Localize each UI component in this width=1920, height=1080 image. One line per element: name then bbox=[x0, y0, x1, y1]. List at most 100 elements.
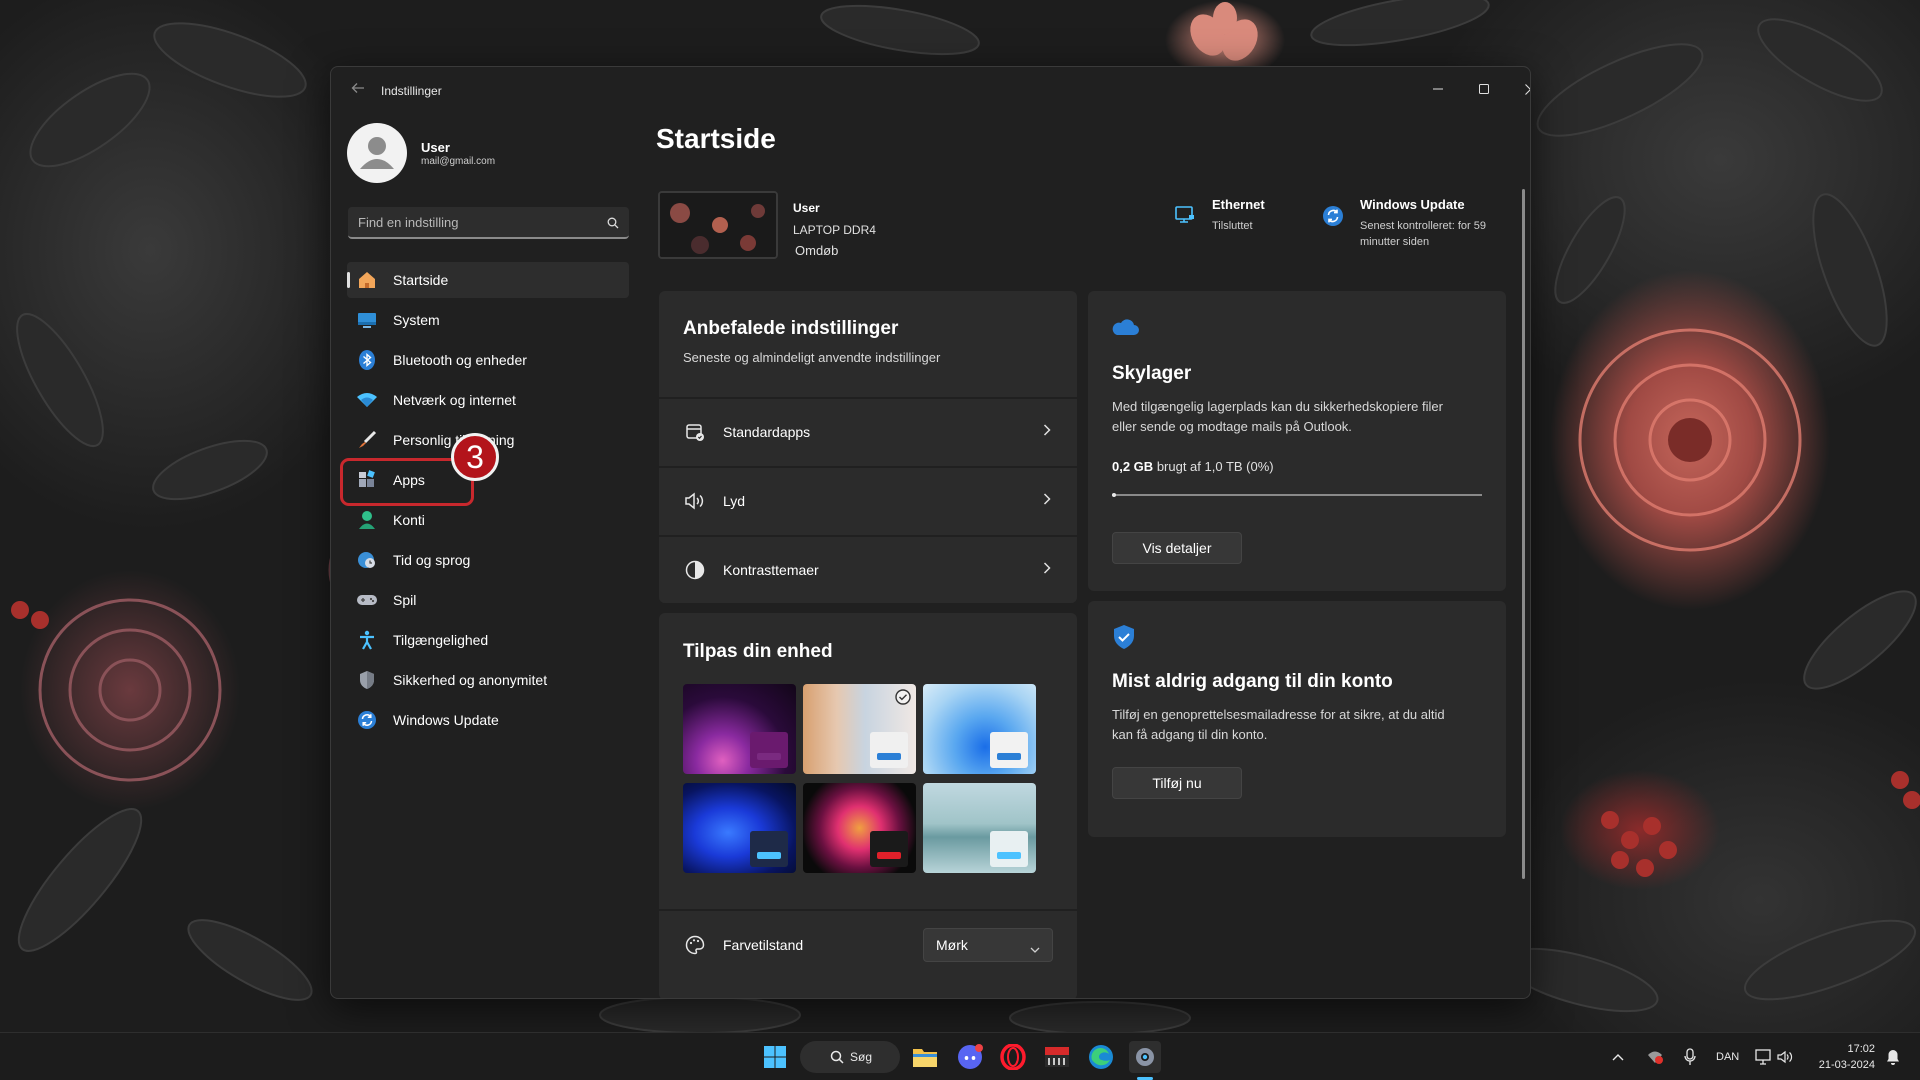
quick-settings-button[interactable] bbox=[1752, 1041, 1796, 1073]
ethernet-title: Ethernet bbox=[1212, 197, 1265, 212]
sidebar-item-network[interactable]: Netværk og internet bbox=[347, 382, 629, 418]
device-model: LAPTOP DDR4 bbox=[793, 223, 876, 237]
account-desc-line2: kan få adgang til din konto. bbox=[1112, 727, 1268, 742]
account-title: Mist aldrig adgang til din konto bbox=[1112, 671, 1393, 692]
device-wallpaper-thumbnail[interactable] bbox=[658, 191, 778, 259]
sidebar-item-label: Spil bbox=[393, 592, 417, 608]
cloud-usage-text: brugt af 1,0 TB (0%) bbox=[1156, 459, 1274, 474]
view-details-button[interactable]: Vis detaljer bbox=[1112, 532, 1242, 564]
chevron-up-icon bbox=[1612, 1054, 1624, 1061]
account-recovery-card: Mist aldrig adgang til din konto Tilføj … bbox=[1088, 601, 1506, 837]
sidebar-item-privacy-security[interactable]: Sikkerhed og anonymitet bbox=[347, 662, 629, 698]
wifi-icon bbox=[356, 389, 378, 411]
person-icon bbox=[360, 137, 394, 169]
sidebar-item-windows-update[interactable]: Windows Update bbox=[347, 702, 629, 738]
microphone-button[interactable] bbox=[1678, 1041, 1702, 1073]
minimize-button[interactable] bbox=[1416, 75, 1460, 103]
taskbar-search-label: Søg bbox=[850, 1050, 873, 1064]
device-user-name: User bbox=[793, 201, 820, 215]
brush-icon bbox=[356, 429, 378, 451]
windows-update-status-line2: minutter siden bbox=[1360, 236, 1430, 248]
rename-link[interactable]: Omdøb bbox=[795, 243, 838, 258]
minimize-icon bbox=[1433, 88, 1443, 90]
search-icon[interactable] bbox=[607, 216, 619, 234]
tray-status-icon bbox=[1648, 1051, 1663, 1064]
sidebar-item-label: Tid og sprog bbox=[393, 552, 471, 568]
theme-thumbnail[interactable] bbox=[923, 783, 1036, 873]
show-hidden-icons-button[interactable] bbox=[1608, 1041, 1628, 1073]
maximize-button[interactable] bbox=[1462, 75, 1506, 103]
sidebar-item-label: Netværk og internet bbox=[393, 392, 516, 408]
opera-button[interactable] bbox=[997, 1041, 1029, 1073]
close-button[interactable] bbox=[1508, 75, 1530, 103]
page-title: Startside bbox=[656, 123, 776, 154]
gear-icon bbox=[1136, 1048, 1154, 1066]
cloud-desc-line1: Med tilgængelig lagerplads kan du sikker… bbox=[1112, 399, 1443, 414]
voicemeeter-button[interactable] bbox=[1041, 1041, 1073, 1073]
settings-search[interactable] bbox=[348, 207, 629, 239]
profile-email: mail@gmail.com bbox=[421, 156, 496, 167]
selected-check-icon bbox=[895, 689, 911, 705]
color-mode-dropdown[interactable]: Mørk bbox=[923, 928, 1053, 962]
taskbar-search[interactable]: Søg bbox=[800, 1041, 900, 1073]
chevron-right-icon bbox=[1043, 423, 1051, 441]
sidebar-item-label: Windows Update bbox=[393, 712, 499, 728]
sidebar-item-startside[interactable]: Startside bbox=[347, 262, 629, 298]
recommended-item-label: Kontrasttemaer bbox=[723, 562, 819, 578]
settings-app-button[interactable] bbox=[1129, 1041, 1161, 1073]
speaker-icon bbox=[683, 489, 707, 513]
discord-button[interactable] bbox=[954, 1041, 986, 1073]
sidebar-item-bluetooth[interactable]: Bluetooth og enheder bbox=[347, 342, 629, 378]
theme-thumbnail[interactable] bbox=[683, 783, 796, 873]
theme-thumbnail-selected[interactable] bbox=[803, 684, 916, 774]
search-input[interactable] bbox=[348, 207, 593, 237]
sidebar-item-label: System bbox=[393, 312, 440, 328]
windows-logo-icon bbox=[764, 1046, 786, 1068]
ethernet-icon bbox=[1174, 205, 1196, 230]
sidebar-item-time-language[interactable]: Tid og sprog bbox=[347, 542, 629, 578]
tray-app-button[interactable] bbox=[1643, 1041, 1667, 1073]
maximize-icon bbox=[1479, 84, 1489, 94]
recommended-item-label: Lyd bbox=[723, 493, 746, 509]
theme-preview-window bbox=[990, 831, 1028, 867]
cloud-icon bbox=[1110, 316, 1140, 341]
theme-thumbnail[interactable] bbox=[923, 684, 1036, 774]
shield-check-icon bbox=[1112, 624, 1136, 655]
add-now-button[interactable]: Tilføj nu bbox=[1112, 767, 1242, 799]
scrollbar[interactable] bbox=[1522, 189, 1525, 879]
clock-time[interactable]: 17:02 bbox=[1815, 1043, 1875, 1055]
account-icon bbox=[356, 509, 378, 531]
language-indicator[interactable]: DAN bbox=[1716, 1051, 1739, 1063]
settings-window: Indstillinger User mail@gmail.com Find e… bbox=[330, 66, 1531, 999]
microphone-icon bbox=[1684, 1048, 1696, 1065]
edge-button[interactable] bbox=[1085, 1041, 1117, 1073]
annotation-step-badge: 3 bbox=[451, 433, 499, 481]
recommended-item-sound[interactable]: Lyd bbox=[659, 466, 1077, 534]
recommended-item-contrast-themes[interactable]: Kontrasttemaer bbox=[659, 535, 1077, 603]
sidebar-item-accounts[interactable]: Konti bbox=[347, 502, 629, 538]
recommended-title: Anbefalede indstillinger bbox=[683, 318, 899, 339]
sidebar-item-gaming[interactable]: Spil bbox=[347, 582, 629, 618]
theme-preview-window bbox=[750, 732, 788, 768]
globe-clock-icon bbox=[356, 549, 378, 571]
clock-date[interactable]: 21-03-2024 bbox=[1805, 1059, 1875, 1071]
theme-thumbnail[interactable] bbox=[683, 684, 796, 774]
cloud-storage-card: Skylager Med tilgængelig lagerplads kan … bbox=[1088, 291, 1506, 591]
recommended-item-default-apps[interactable]: Standardapps bbox=[659, 397, 1077, 465]
theme-thumbnail[interactable] bbox=[803, 783, 916, 873]
taskbar: Søg DAN 17:02 21-03-2024 bbox=[0, 1032, 1920, 1080]
file-explorer-button[interactable] bbox=[909, 1041, 941, 1073]
notifications-button[interactable] bbox=[1882, 1041, 1904, 1073]
back-button[interactable] bbox=[347, 81, 369, 101]
sidebar-item-accessibility[interactable]: Tilgængelighed bbox=[347, 622, 629, 658]
update-sync-icon bbox=[1322, 205, 1344, 232]
user-profile[interactable]: User mail@gmail.com bbox=[347, 123, 647, 185]
ethernet-status-text: Tilsluttet bbox=[1212, 220, 1253, 232]
recommended-subtitle: Seneste og almindeligt anvendte indstill… bbox=[683, 350, 941, 365]
start-button[interactable] bbox=[759, 1041, 791, 1073]
chevron-right-icon bbox=[1043, 561, 1051, 579]
sidebar-item-system[interactable]: System bbox=[347, 302, 629, 338]
chevron-right-icon bbox=[1043, 492, 1051, 510]
cloud-usage: 0,2 GB brugt af 1,0 TB (0%) bbox=[1112, 459, 1274, 474]
title-bar[interactable]: Indstillinger bbox=[331, 67, 1530, 115]
